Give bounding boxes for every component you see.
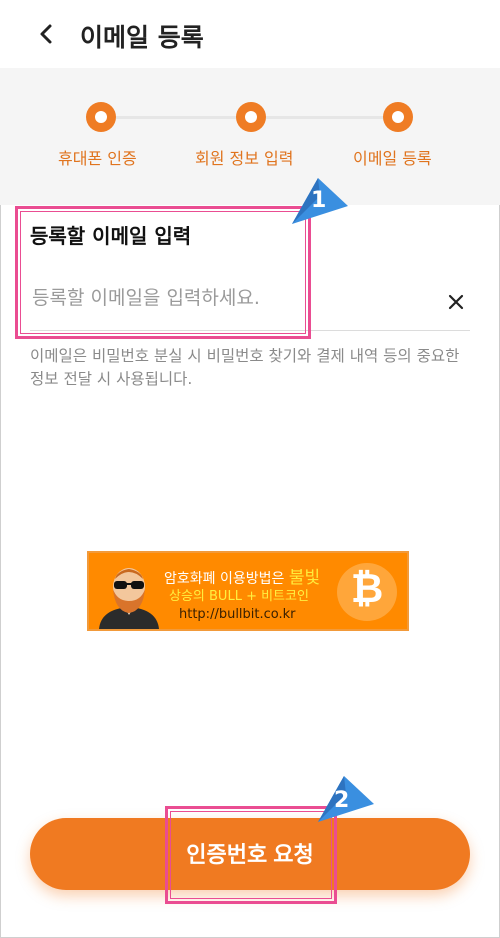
step-label-email-register: 이메일 등록: [353, 149, 432, 168]
step-dot-2: [236, 102, 266, 132]
banner-subline: 상승의 BULL + 비트코인: [169, 589, 309, 604]
back-arrow-icon[interactable]: [30, 18, 62, 50]
step-connector-line: [266, 116, 384, 119]
step-dot-1: [86, 102, 116, 132]
annotation-highlight-email: [15, 206, 311, 339]
step-label-phone-verify: 휴대폰 인증: [58, 149, 137, 168]
app-header: 이메일 등록: [0, 0, 500, 68]
annotation-highlight-button: [165, 806, 337, 904]
clear-icon[interactable]: [444, 290, 468, 314]
step-dot-3: [383, 102, 413, 132]
step-label-member-info: 회원 정보 입력: [195, 149, 294, 168]
ad-banner[interactable]: 암호화폐 이용방법은 불빛 상승의 BULL + 비트코인 http://bul…: [87, 551, 409, 631]
page-title: 이메일 등록: [80, 23, 204, 52]
annotation-number-2: 2: [334, 788, 350, 813]
banner-url: http://bullbit.co.kr: [179, 607, 296, 622]
annotation-number-1: 1: [311, 188, 327, 213]
bearded-man-icon: [99, 568, 159, 629]
step-connector-line: [116, 116, 240, 119]
bitcoin-icon: ₿: [337, 563, 397, 621]
email-usage-description: 이메일은 비밀번호 분실 시 비밀번호 찾기와 결제 내역 등의 중요한 정보 …: [30, 347, 460, 388]
progress-stepper: [0, 68, 500, 205]
